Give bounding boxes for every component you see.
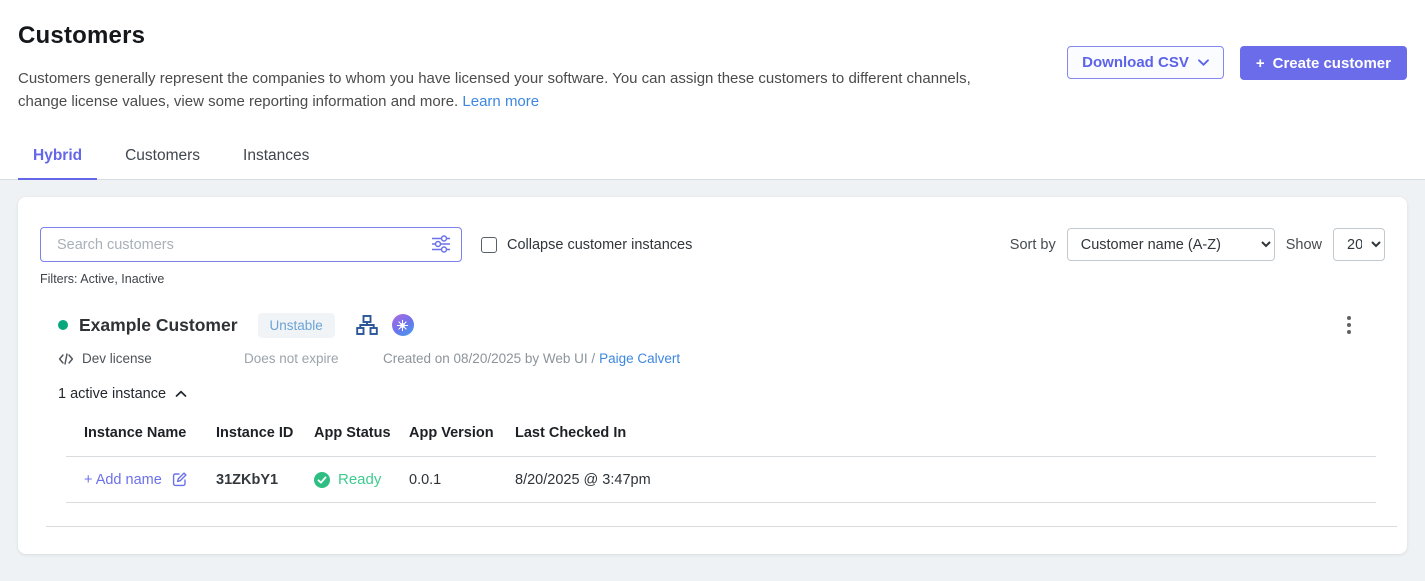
create-customer-label: Create customer — [1273, 55, 1391, 72]
show-label: Show — [1286, 237, 1322, 253]
page-title: Customers — [18, 22, 983, 50]
created-by-link[interactable]: Paige Calvert — [599, 351, 680, 366]
sort-controls: Sort by Customer name (A-Z) Show 20 — [1010, 228, 1385, 261]
filter-sliders-icon[interactable] — [431, 235, 451, 253]
instance-row: + Add name 31ZKbY1 — [66, 457, 1376, 503]
header-text-block: Customers Customers generally represent … — [18, 22, 983, 113]
collapse-instances-control[interactable]: Collapse customer instances — [481, 237, 692, 253]
instances-toggle[interactable]: 1 active instance — [58, 386, 1385, 402]
customer-block-divider — [46, 526, 1397, 527]
download-csv-label: Download CSV — [1082, 54, 1189, 71]
license-type-label: Dev license — [82, 351, 152, 366]
check-circle-icon — [314, 472, 330, 488]
collapse-instances-checkbox[interactable] — [481, 237, 497, 253]
create-customer-button[interactable]: + Create customer — [1240, 46, 1407, 80]
sort-by-label: Sort by — [1010, 237, 1056, 253]
plus-icon: + — [1256, 55, 1265, 72]
search-wrap — [40, 227, 462, 262]
col-header-app-status: App Status — [314, 425, 409, 441]
license-expiration: Does not expire — [244, 351, 383, 366]
tab-instances[interactable]: Instances — [228, 147, 324, 181]
code-icon — [58, 352, 74, 366]
instances-table-header: Instance Name Instance ID App Status App… — [66, 425, 1376, 457]
customer-header-row: Example Customer Unstable — [58, 312, 1385, 338]
tab-hybrid[interactable]: Hybrid — [18, 147, 97, 181]
tab-bar: Hybrid Customers Instances — [0, 147, 1425, 180]
customers-card: Collapse customer instances Sort by Cust… — [18, 197, 1407, 554]
search-input[interactable] — [40, 227, 462, 262]
instances-table: Instance Name Instance ID App Status App… — [66, 425, 1376, 503]
license-type: Dev license — [58, 351, 244, 366]
customer-meta-row: Dev license Does not expire Created on 0… — [58, 351, 1385, 366]
app-status-label: Ready — [338, 471, 381, 488]
toolbar: Collapse customer instances Sort by Cust… — [40, 227, 1385, 262]
add-name-label: + Add name — [84, 472, 162, 488]
created-info: Created on 08/20/2025 by Web UI / Paige C… — [383, 351, 680, 366]
learn-more-link[interactable]: Learn more — [462, 93, 539, 110]
chevron-down-icon — [1198, 59, 1209, 66]
last-checked-in-value: 8/20/2025 @ 3:47pm — [515, 472, 1376, 488]
app-status-value: Ready — [314, 471, 409, 488]
customer-menu-kebab-icon[interactable] — [1343, 312, 1355, 338]
col-header-instance-name: Instance Name — [84, 425, 216, 441]
header-actions: Download CSV + Create customer — [1067, 46, 1407, 80]
edit-pencil-icon — [171, 471, 188, 488]
chevron-up-icon — [175, 390, 187, 398]
kubernetes-icon — [392, 314, 414, 336]
instance-id-value: 31ZKbY1 — [216, 472, 314, 488]
channel-badge: Unstable — [258, 313, 335, 338]
customer-block: Example Customer Unstable — [40, 312, 1385, 527]
active-filters-note: Filters: Active, Inactive — [40, 272, 1385, 286]
created-info-text: Created on 08/20/2025 by Web UI / — [383, 351, 595, 366]
col-header-instance-id: Instance ID — [216, 425, 314, 441]
page-description: Customers generally represent the compan… — [18, 67, 983, 113]
show-count-select[interactable]: 20 — [1333, 228, 1385, 261]
col-header-last-checked-in: Last Checked In — [515, 425, 1376, 441]
page-header: Customers Customers generally represent … — [0, 0, 1425, 113]
app-version-value: 0.0.1 — [409, 472, 515, 488]
instances-summary-label: 1 active instance — [58, 386, 166, 402]
active-status-dot — [58, 320, 68, 330]
sitemap-icon — [355, 313, 379, 337]
col-header-app-version: App Version — [409, 425, 515, 441]
collapse-instances-label: Collapse customer instances — [507, 237, 692, 253]
customer-name-link[interactable]: Example Customer — [79, 315, 238, 336]
tab-customers[interactable]: Customers — [110, 147, 215, 181]
download-csv-button[interactable]: Download CSV — [1067, 46, 1224, 79]
sort-select[interactable]: Customer name (A-Z) — [1067, 228, 1275, 261]
content-area: Collapse customer instances Sort by Cust… — [0, 180, 1425, 581]
add-name-button[interactable]: + Add name — [84, 471, 216, 488]
